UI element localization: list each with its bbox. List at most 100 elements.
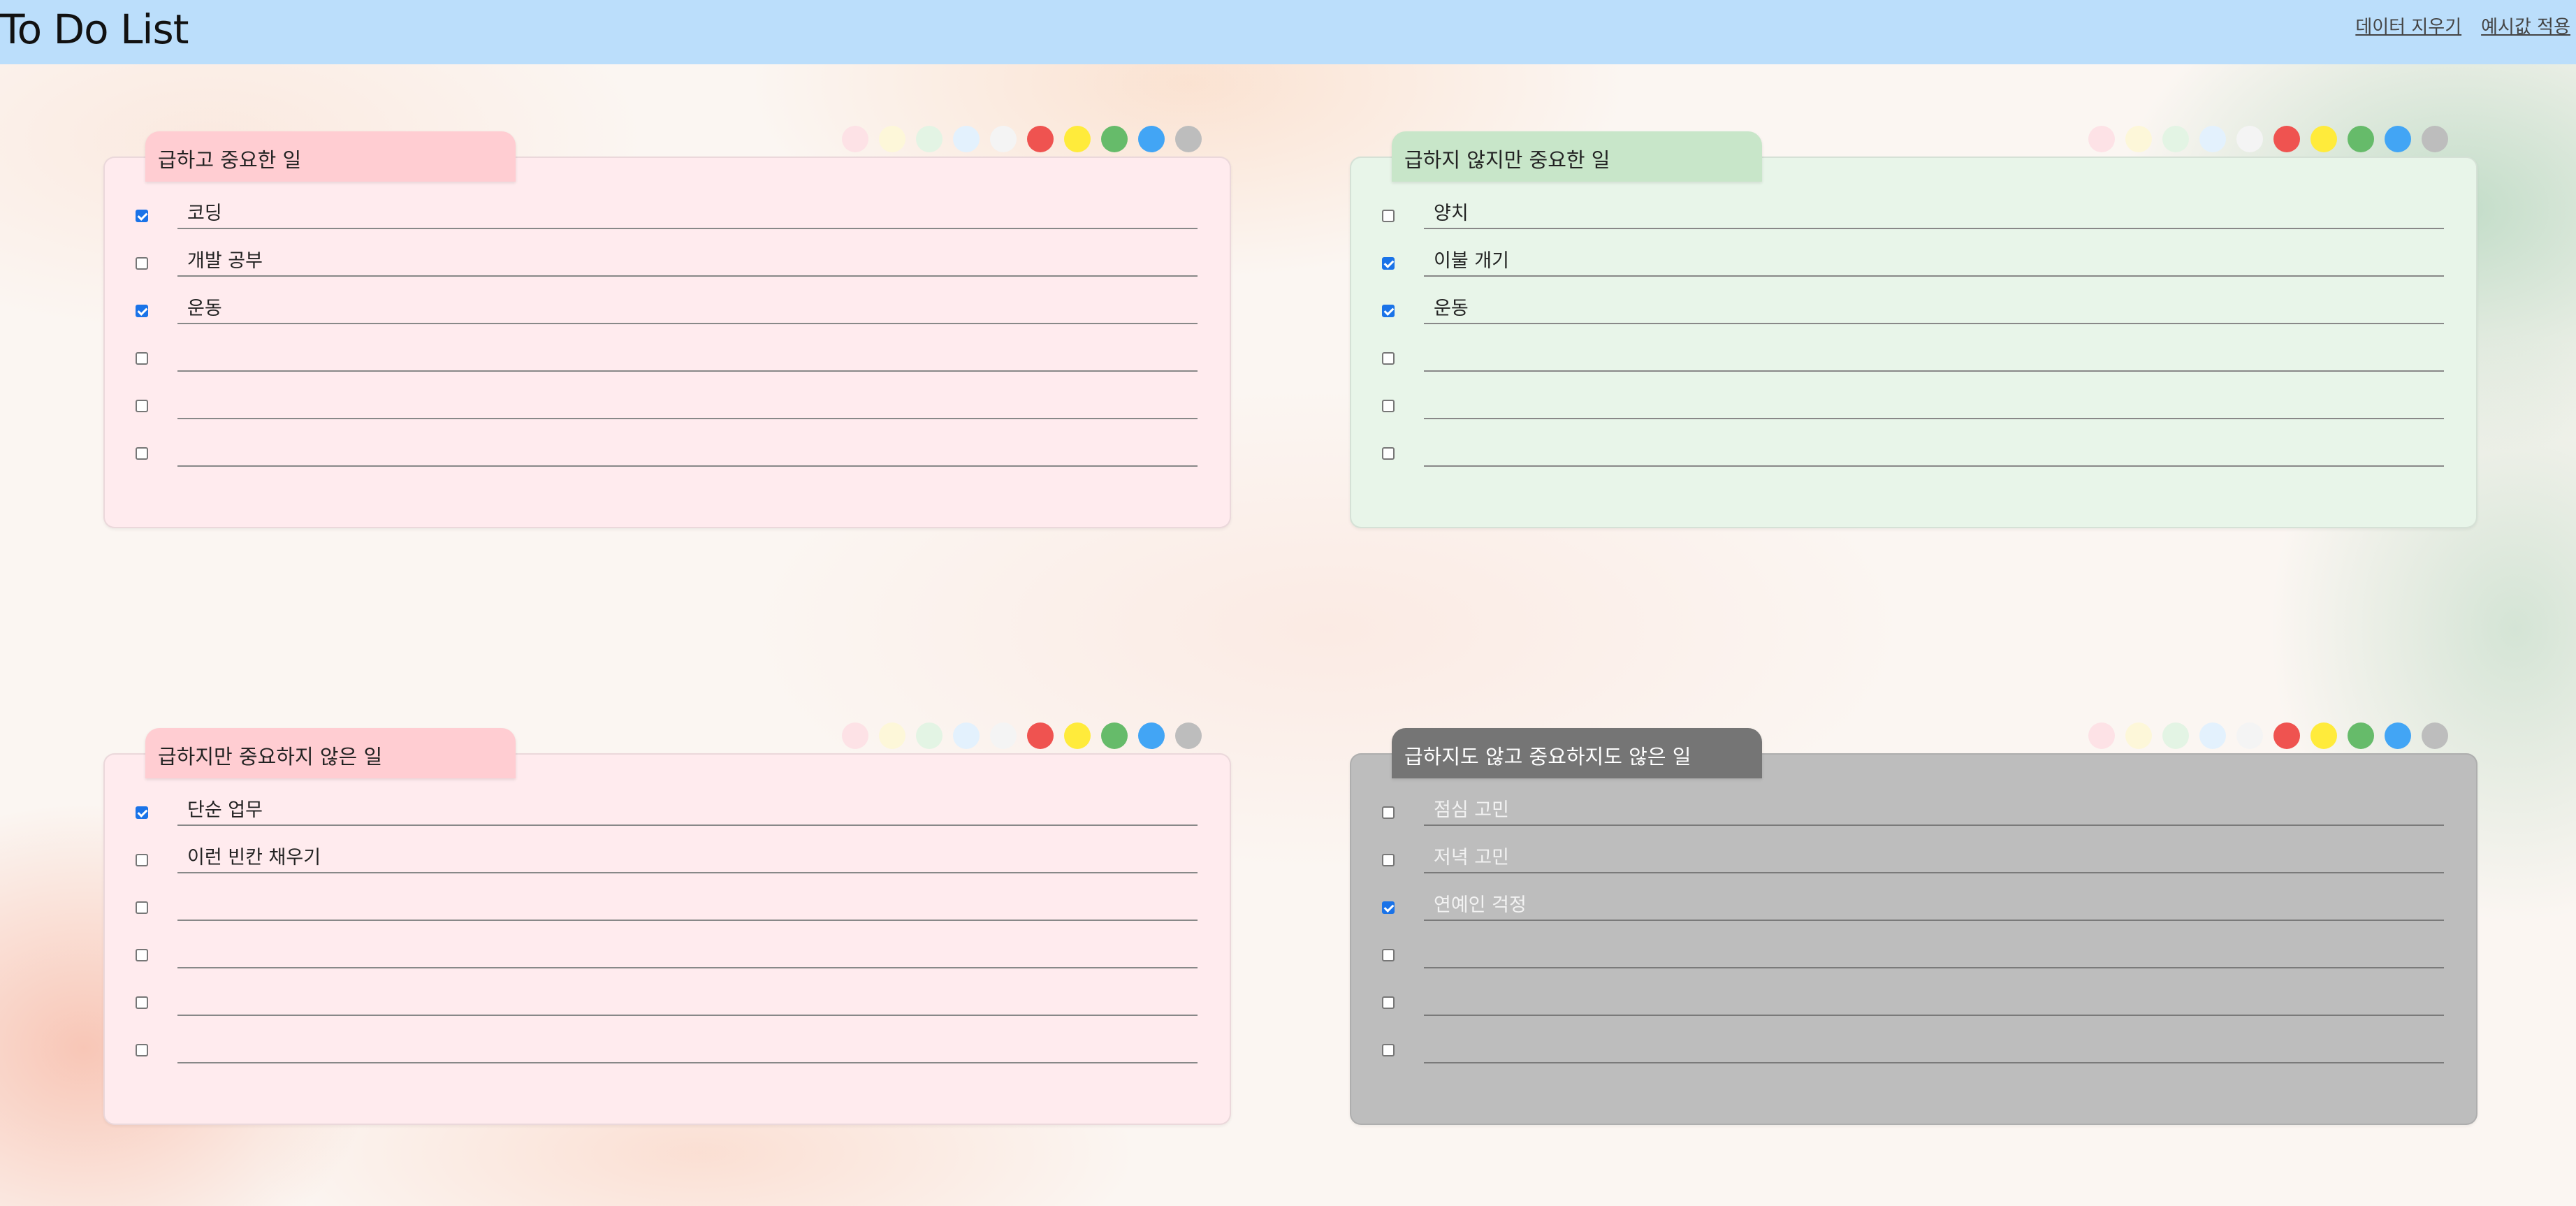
color-swatch[interactable]: [2385, 722, 2411, 749]
color-swatch[interactable]: [2236, 722, 2263, 749]
todo-item: 단순 업무: [105, 795, 1230, 843]
todo-checkbox[interactable]: [136, 806, 148, 819]
color-swatch[interactable]: [2273, 126, 2300, 152]
color-swatch[interactable]: [2125, 722, 2152, 749]
color-swatch[interactable]: [916, 126, 943, 152]
todo-text-input[interactable]: [1424, 436, 2444, 467]
todo-text-input[interactable]: 단순 업무: [177, 795, 1198, 826]
color-swatch[interactable]: [2199, 722, 2226, 749]
todo-text-input[interactable]: 점심 고민: [1424, 795, 2444, 826]
todo-text-input[interactable]: [1424, 985, 2444, 1016]
clear-data-link[interactable]: 데이터 지우기: [2355, 13, 2461, 38]
color-swatches: [842, 722, 1202, 749]
color-swatch[interactable]: [2422, 126, 2448, 152]
color-swatch[interactable]: [2273, 722, 2300, 749]
color-swatch[interactable]: [953, 722, 980, 749]
todo-text-input[interactable]: [1424, 938, 2444, 968]
quadrant-tab: 급하지 않지만 중요한 일: [1392, 131, 1762, 182]
color-swatch[interactable]: [2422, 722, 2448, 749]
apply-example-link[interactable]: 예시값 적용: [2481, 13, 2570, 38]
todo-text-input[interactable]: [177, 341, 1198, 372]
todo-checkbox[interactable]: [136, 1044, 148, 1056]
color-swatch[interactable]: [1175, 722, 1202, 749]
color-swatch[interactable]: [2236, 126, 2263, 152]
todo-checkbox[interactable]: [1382, 210, 1395, 222]
todo-item: 운동: [1351, 293, 2476, 341]
todo-text-input[interactable]: 운동: [177, 293, 1198, 324]
todo-checkbox[interactable]: [1382, 1044, 1395, 1056]
todo-text-input[interactable]: [177, 938, 1198, 968]
todo-checkbox[interactable]: [1382, 352, 1395, 365]
todo-checkbox[interactable]: [1382, 447, 1395, 460]
color-swatch[interactable]: [1027, 722, 1054, 749]
quadrant-title: 급하지도 않고 중요하지도 않은 일: [1404, 745, 1691, 769]
todo-checkbox[interactable]: [136, 305, 148, 317]
todo-text-input[interactable]: [177, 890, 1198, 921]
todo-checkbox[interactable]: [1382, 854, 1395, 866]
todo-text-input[interactable]: 연예인 걱정: [1424, 890, 2444, 921]
todo-text-input[interactable]: 코딩: [177, 198, 1198, 229]
todo-text-input[interactable]: [1424, 341, 2444, 372]
color-swatch[interactable]: [990, 722, 1017, 749]
todo-checkbox[interactable]: [136, 901, 148, 914]
color-swatch[interactable]: [916, 722, 943, 749]
todo-checkbox[interactable]: [1382, 400, 1395, 412]
color-swatch[interactable]: [2385, 126, 2411, 152]
todo-checkbox[interactable]: [136, 996, 148, 1009]
todo-text-input[interactable]: 양치: [1424, 198, 2444, 229]
color-swatch[interactable]: [953, 126, 980, 152]
color-swatch[interactable]: [2162, 126, 2189, 152]
todo-item: 양치: [1351, 198, 2476, 246]
color-swatch[interactable]: [1175, 126, 1202, 152]
todo-text-input[interactable]: [177, 1033, 1198, 1063]
todo-text-input[interactable]: 운동: [1424, 293, 2444, 324]
todo-checkbox[interactable]: [1382, 305, 1395, 317]
color-swatch[interactable]: [2162, 722, 2189, 749]
todo-text-input[interactable]: [177, 436, 1198, 467]
todo-text-input[interactable]: [1424, 388, 2444, 419]
color-swatch[interactable]: [2348, 722, 2374, 749]
color-swatch[interactable]: [1138, 722, 1165, 749]
todo-text-input[interactable]: 개발 공부: [177, 246, 1198, 277]
todo-text-input[interactable]: [177, 388, 1198, 419]
todo-text-input[interactable]: 저녁 고민: [1424, 843, 2444, 873]
todo-text-input[interactable]: 이불 개기: [1424, 246, 2444, 277]
color-swatch[interactable]: [1101, 126, 1128, 152]
color-swatch[interactable]: [1064, 126, 1091, 152]
color-swatch[interactable]: [2088, 126, 2115, 152]
color-swatch[interactable]: [879, 722, 905, 749]
todo-checkbox[interactable]: [136, 854, 148, 866]
color-swatch[interactable]: [2199, 126, 2226, 152]
color-swatch[interactable]: [2125, 126, 2152, 152]
color-swatch[interactable]: [2311, 722, 2337, 749]
color-swatch[interactable]: [842, 126, 868, 152]
todo-text-input[interactable]: 이런 빈칸 채우기: [177, 843, 1198, 873]
color-swatch[interactable]: [2088, 722, 2115, 749]
color-swatch[interactable]: [1138, 126, 1165, 152]
todo-item: [1351, 938, 2476, 985]
todo-checkbox[interactable]: [136, 447, 148, 460]
todo-checkbox[interactable]: [136, 352, 148, 365]
color-swatch[interactable]: [2348, 126, 2374, 152]
todo-checkbox[interactable]: [136, 400, 148, 412]
todo-checkbox[interactable]: [136, 257, 148, 270]
color-swatch[interactable]: [1064, 722, 1091, 749]
color-swatch[interactable]: [2311, 126, 2337, 152]
todo-checkbox[interactable]: [1382, 901, 1395, 914]
todo-checkbox[interactable]: [1382, 949, 1395, 961]
color-swatch[interactable]: [879, 126, 905, 152]
todo-checkbox[interactable]: [1382, 257, 1395, 270]
todo-text-input[interactable]: [1424, 1033, 2444, 1063]
todo-checkbox[interactable]: [1382, 996, 1395, 1009]
quadrant-tab: 급하고 중요한 일: [145, 131, 516, 182]
todo-item: [105, 436, 1230, 484]
color-swatch[interactable]: [990, 126, 1017, 152]
todo-checkbox[interactable]: [136, 210, 148, 222]
color-swatch[interactable]: [1101, 722, 1128, 749]
todo-text-input[interactable]: [177, 985, 1198, 1016]
color-swatch[interactable]: [1027, 126, 1054, 152]
color-swatch[interactable]: [842, 722, 868, 749]
todo-checkbox[interactable]: [136, 949, 148, 961]
todo-checkbox[interactable]: [1382, 806, 1395, 819]
quadrant-panel: 코딩개발 공부운동: [103, 157, 1231, 528]
